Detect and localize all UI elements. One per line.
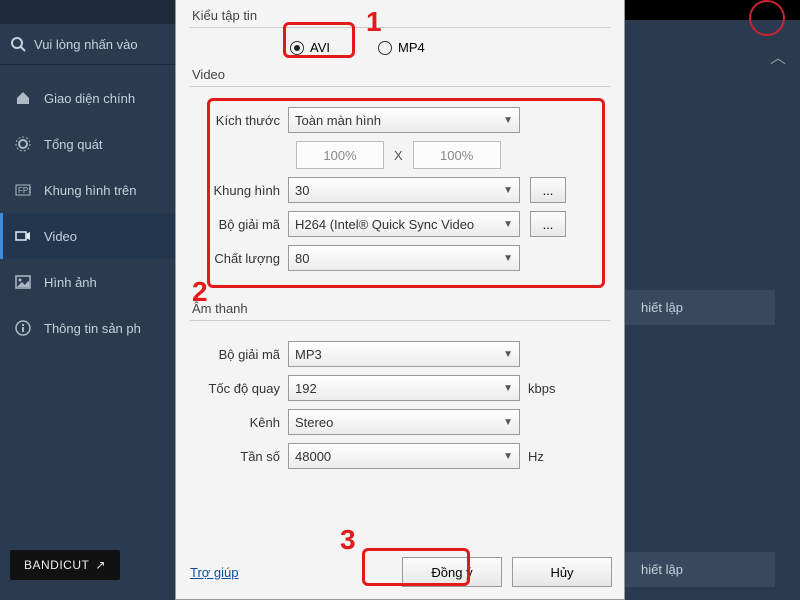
bitrate-value: 192 (295, 381, 317, 396)
quality-select[interactable]: 80 ▼ (288, 245, 520, 271)
nav-label: Giao diện chính (44, 91, 135, 106)
x-label: X (394, 148, 403, 163)
video-group: Video Kích thước Toàn màn hình ▼ 100% X … (190, 67, 610, 271)
bandicut-banner[interactable]: BANDICUT ↗ (10, 550, 120, 580)
ok-button[interactable]: Đồng ý (402, 557, 502, 587)
fps-value: 30 (295, 183, 309, 198)
nav-label: Khung hình trên (44, 183, 137, 198)
search-label: Vui lòng nhấn vào (34, 37, 138, 52)
radio-label: MP4 (398, 40, 425, 55)
cancel-button[interactable]: Hủy (512, 557, 612, 587)
video-icon (14, 227, 32, 245)
codec-label: Bộ giải mã (190, 217, 288, 232)
file-type-group: Kiểu tập tin AVI MP4 (190, 8, 610, 55)
width-percent-input[interactable]: 100% (296, 141, 384, 169)
nav-item-home[interactable]: Giao diện chính (0, 75, 175, 121)
help-link[interactable]: Trợ giúp (190, 565, 239, 580)
sidebar: Vui lòng nhấn vào Giao diện chính Tổng q… (0, 0, 175, 600)
collapse-icon[interactable]: ︿ (770, 44, 786, 68)
format-settings-dialog: Kiểu tập tin AVI MP4 Video Kích thước To… (175, 0, 625, 600)
codec-more-button[interactable]: ... (530, 211, 566, 237)
radio-mp4[interactable]: MP4 (378, 40, 425, 55)
chevron-down-icon: ▼ (503, 185, 513, 196)
nav-item-fps[interactable]: FPS Khung hình trên (0, 167, 175, 213)
nav-label: Thông tin sản ph (44, 321, 141, 336)
video-group-title: Video (190, 67, 610, 82)
nav-item-general[interactable]: Tổng quát (0, 121, 175, 167)
chevron-down-icon: ▼ (503, 115, 513, 126)
settings-button-fragment[interactable]: hiết lập (625, 552, 775, 587)
bandicut-label: BANDICUT (24, 558, 89, 572)
chevron-down-icon: ▼ (503, 349, 513, 360)
codec-value: H264 (Intel® Quick Sync Video (295, 217, 474, 232)
nav: Giao diện chính Tổng quát FPS Khung hình… (0, 65, 175, 351)
chevron-down-icon: ▼ (503, 417, 513, 428)
radio-icon (378, 41, 392, 55)
quality-value: 80 (295, 251, 309, 266)
home-icon (14, 89, 32, 107)
chevron-down-icon: ▼ (503, 383, 513, 394)
freq-unit: Hz (528, 449, 544, 464)
channel-select[interactable]: Stereo ▼ (288, 409, 520, 435)
channel-value: Stereo (295, 415, 333, 430)
radio-icon (290, 41, 304, 55)
svg-text:FPS: FPS (18, 186, 31, 195)
gear-icon (14, 135, 32, 153)
file-type-label: Kiểu tập tin (190, 8, 610, 23)
settings-button-fragment[interactable]: hiết lập (625, 290, 775, 325)
nav-item-about[interactable]: Thông tin sản ph (0, 305, 175, 351)
search-row[interactable]: Vui lòng nhấn vào (0, 24, 175, 65)
bitrate-unit: kbps (528, 381, 555, 396)
fps-label: Khung hình (190, 183, 288, 198)
radio-avi[interactable]: AVI (290, 40, 330, 55)
dialog-buttons: Trợ giúp Đồng ý Hủy (176, 557, 626, 587)
audio-group: Âm thanh Bộ giải mã MP3 ▼ Tốc độ quay 19… (190, 301, 610, 469)
size-select[interactable]: Toàn màn hình ▼ (288, 107, 520, 133)
nav-label: Video (44, 229, 77, 244)
radio-label: AVI (310, 40, 330, 55)
bitrate-label: Tốc độ quay (190, 381, 288, 396)
height-percent-input[interactable]: 100% (413, 141, 501, 169)
fps-more-button[interactable]: ... (530, 177, 566, 203)
nav-item-video[interactable]: Video (0, 213, 175, 259)
freq-label: Tần số (190, 449, 288, 464)
nav-label: Hình ảnh (44, 275, 97, 290)
info-icon (14, 319, 32, 337)
record-button[interactable] (749, 0, 785, 36)
chevron-down-icon: ▼ (503, 451, 513, 462)
bitrate-select[interactable]: 192 ▼ (288, 375, 520, 401)
top-bar (0, 0, 175, 24)
size-label: Kích thước (190, 113, 288, 128)
audio-codec-value: MP3 (295, 347, 322, 362)
nav-item-image[interactable]: Hình ảnh (0, 259, 175, 305)
right-panel: ︿ hiết lập hiết lập (625, 0, 800, 600)
audio-codec-label: Bộ giải mã (190, 347, 288, 362)
fps-select[interactable]: 30 ▼ (288, 177, 520, 203)
chevron-down-icon: ▼ (503, 219, 513, 230)
video-codec-select[interactable]: H264 (Intel® Quick Sync Video ▼ (288, 211, 520, 237)
search-icon (10, 36, 26, 52)
freq-value: 48000 (295, 449, 331, 464)
quality-label: Chất lượng (190, 251, 288, 266)
chevron-down-icon: ▼ (503, 253, 513, 264)
audio-group-title: Âm thanh (190, 301, 610, 316)
channel-label: Kênh (190, 415, 288, 430)
size-value: Toàn màn hình (295, 113, 381, 128)
freq-select[interactable]: 48000 ▼ (288, 443, 520, 469)
fps-icon: FPS (14, 181, 32, 199)
audio-codec-select[interactable]: MP3 ▼ (288, 341, 520, 367)
image-icon (14, 273, 32, 291)
nav-label: Tổng quát (44, 137, 103, 152)
arrow-icon: ↗ (95, 558, 106, 572)
